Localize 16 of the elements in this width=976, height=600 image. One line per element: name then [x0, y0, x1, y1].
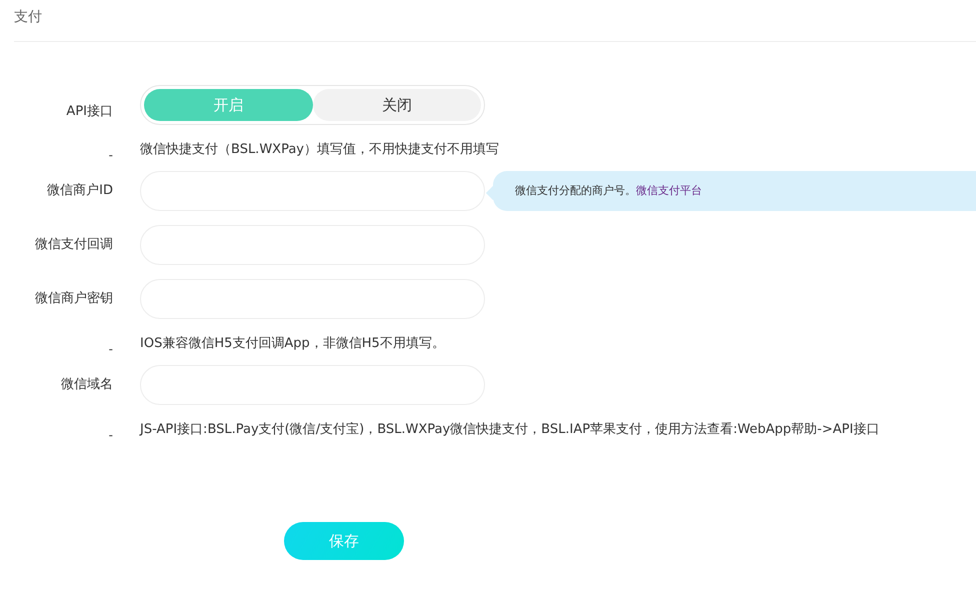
field-label: API接口 [65, 103, 113, 122]
field-label: 微信支付回调 [34, 236, 113, 254]
tooltip-text: 微信支付分配的商户号。微信支付平台 [515, 182, 702, 199]
platform-link[interactable]: 微信支付平台 [636, 184, 702, 197]
input-field[interactable] [140, 171, 485, 211]
hint-text: 微信快捷支付（BSL.WXPay）填写值，不用快捷支付不用填写 [140, 141, 499, 160]
hint-text: JS-API接口:BSL.Pay支付(微信/支付宝)，BSL.WXPay微信快捷支付，BSL.IAP苹果支付，使用方法查看:WebApp帮助->API接口 [140, 421, 880, 440]
field-label: 微信域名 [60, 376, 113, 394]
field-label: 微信商户ID [46, 182, 113, 200]
page-title: 支付 [14, 9, 42, 25]
toggle-option[interactable]: 关闭 [312, 89, 481, 121]
dash-label: - [108, 429, 113, 441]
dash-label: - [108, 149, 113, 161]
dash-label: - [108, 343, 113, 355]
hint-text: IOS兼容微信H5支付回调App，非微信H5不用填写。 [140, 335, 445, 354]
field-label: 微信商户密钥 [34, 290, 113, 308]
